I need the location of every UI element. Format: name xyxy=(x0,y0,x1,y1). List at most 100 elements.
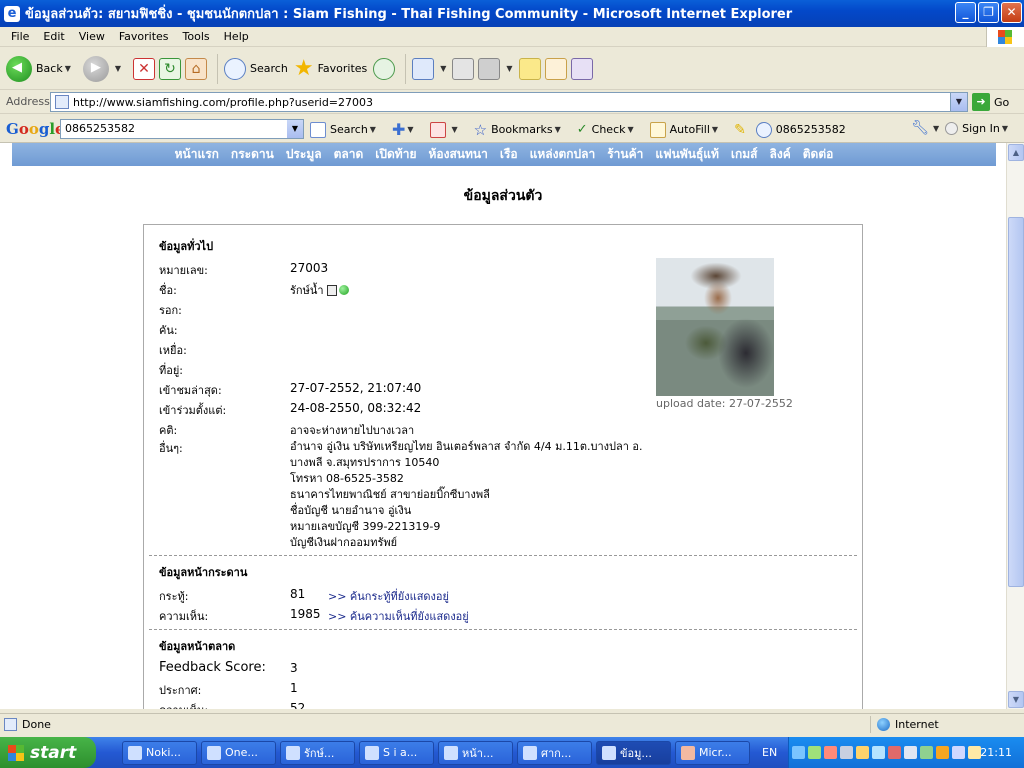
mail-icon[interactable] xyxy=(412,57,435,80)
word-find-button[interactable]: 0865253582 xyxy=(755,121,846,138)
address-input[interactable]: http://www.siamfishing.com/profile.php?u… xyxy=(50,92,968,112)
home-icon[interactable]: ⌂ xyxy=(185,57,208,80)
nav-board[interactable]: กระดาน xyxy=(231,145,274,164)
google-search-input[interactable]: 0865253582 ▼ xyxy=(60,119,304,139)
taskbar-button-active[interactable]: ข้อมู... xyxy=(596,740,671,765)
edit-page-icon[interactable] xyxy=(478,57,501,80)
edit-dropdown-icon[interactable]: ▼ xyxy=(506,64,512,73)
note-icon[interactable] xyxy=(518,57,541,80)
field-label: ที่อยู่: xyxy=(159,364,184,377)
check-dropdown-icon[interactable]: ▼ xyxy=(628,125,634,134)
autofill-button[interactable]: AutoFill ▼ xyxy=(649,121,724,138)
tray-icon[interactable] xyxy=(888,746,901,759)
popup-blocker-button[interactable]: ▼ xyxy=(429,121,464,138)
menu-view[interactable]: View xyxy=(72,30,112,43)
messenger-icon[interactable] xyxy=(544,57,567,80)
plus-dropdown-icon[interactable]: ▼ xyxy=(407,125,413,134)
popup-dropdown-icon[interactable]: ▼ xyxy=(452,125,458,134)
highlight-button[interactable]: ✎ xyxy=(734,122,746,138)
menu-tools[interactable]: Tools xyxy=(176,30,217,43)
mail-dropdown-icon[interactable]: ▼ xyxy=(440,64,446,73)
language-indicator[interactable]: EN xyxy=(762,746,777,759)
back-dropdown-icon[interactable]: ▼ xyxy=(65,64,71,73)
tray-icon[interactable] xyxy=(856,746,869,759)
address-dropdown-icon[interactable]: ▼ xyxy=(950,93,967,111)
forward-arrow-icon xyxy=(82,55,109,82)
tray-icon[interactable] xyxy=(904,746,917,759)
scroll-up-icon[interactable]: ▲ xyxy=(1008,144,1024,161)
profile-photo[interactable] xyxy=(656,258,774,396)
tray-icon[interactable] xyxy=(872,746,885,759)
tray-icon[interactable] xyxy=(792,746,805,759)
taskbar-button[interactable]: หน้า... xyxy=(438,740,513,765)
scroll-down-icon[interactable]: ▼ xyxy=(1008,691,1024,708)
taskbar-button[interactable]: Noki... xyxy=(122,740,197,765)
tray-icon[interactable] xyxy=(824,746,837,759)
favorites-button[interactable]: ★ Favorites xyxy=(294,56,367,81)
signin-circle-icon xyxy=(945,121,959,135)
nav-auction[interactable]: ประมูล xyxy=(286,145,322,164)
wrench-icon[interactable]: 🔧︎ xyxy=(911,120,929,136)
research-icon[interactable] xyxy=(570,57,593,80)
menu-favorites[interactable]: Favorites xyxy=(112,30,176,43)
scroll-thumb[interactable] xyxy=(1008,217,1024,587)
nav-boat[interactable]: เรือ xyxy=(500,145,518,164)
tray-icon[interactable] xyxy=(808,746,821,759)
taskbar-button[interactable]: ศาก... xyxy=(517,740,592,765)
nav-links[interactable]: ลิงค์ xyxy=(770,145,791,164)
google-search-dropdown-icon[interactable]: ▼ xyxy=(370,125,376,134)
vertical-scrollbar[interactable]: ▲ ▼ xyxy=(1006,143,1024,709)
nav-home[interactable]: หน้าแรก xyxy=(175,145,219,164)
contact-card-icon[interactable] xyxy=(326,284,337,296)
bookmarks-dropdown-icon[interactable]: ▼ xyxy=(555,125,561,134)
board-value: 1985 xyxy=(290,607,321,621)
tray-icon[interactable] xyxy=(920,746,933,759)
taskbar-button[interactable]: Micr... xyxy=(675,740,750,765)
back-button[interactable]: Back ▼ xyxy=(6,55,77,82)
tray-icon[interactable] xyxy=(840,746,853,759)
restore-button[interactable]: ❐ xyxy=(978,2,999,23)
close-button[interactable]: ✕ xyxy=(1001,2,1022,23)
refresh-icon[interactable]: ↻ xyxy=(159,57,182,80)
taskbar-button[interactable]: One... xyxy=(201,740,276,765)
go-button[interactable]: ➜ Go xyxy=(972,93,1009,111)
settings-dropdown-icon[interactable]: ▼ xyxy=(933,124,939,133)
google-search-button[interactable]: Search ▼ xyxy=(310,121,382,138)
google-dropdown-icon[interactable]: ▼ xyxy=(287,120,303,138)
start-button[interactable]: start xyxy=(0,737,96,768)
google-plus-button[interactable]: ✚ ▼ xyxy=(392,120,420,139)
nav-market[interactable]: ตลาด xyxy=(334,145,364,164)
minimize-button[interactable]: _ xyxy=(955,2,976,23)
tray-icon[interactable] xyxy=(968,746,981,759)
menu-file[interactable]: File xyxy=(4,30,36,43)
nav-spots[interactable]: แหล่งตกปลา xyxy=(530,145,596,164)
signin-dropdown-icon[interactable]: ▼ xyxy=(1002,124,1008,133)
menu-help[interactable]: Help xyxy=(217,30,256,43)
nav-shops[interactable]: ร้านค้า xyxy=(607,145,643,164)
nav-tailgate[interactable]: เปิดท้าย xyxy=(375,145,416,164)
spell-check-button[interactable]: ✓ Check ▼ xyxy=(577,122,640,137)
nav-games[interactable]: เกมส์ xyxy=(731,145,758,164)
search-topics-link[interactable]: >> ค้นกระทู้ที่ยังแสดงอยู่ xyxy=(328,587,449,605)
autofill-dropdown-icon[interactable]: ▼ xyxy=(712,125,718,134)
taskbar-button[interactable]: รักษ์... xyxy=(280,740,355,765)
menu-edit[interactable]: Edit xyxy=(36,30,71,43)
taskbar-button[interactable]: S i a... xyxy=(359,740,434,765)
history-icon[interactable] xyxy=(373,57,396,80)
bookmarks-button[interactable]: ☆ Bookmarks ▼ xyxy=(474,121,567,139)
google-logo[interactable]: Google xyxy=(6,120,65,138)
stop-icon[interactable]: ✕ xyxy=(133,57,156,80)
tray-icon[interactable] xyxy=(952,746,965,759)
signin-button[interactable]: Sign In xyxy=(962,122,1000,135)
favorites-label: Favorites xyxy=(317,62,368,75)
search-button[interactable]: Search xyxy=(224,57,288,80)
print-icon[interactable] xyxy=(452,57,475,80)
nav-contact[interactable]: ติดต่อ xyxy=(803,145,834,164)
nav-fans[interactable]: แฟนพันธุ์แท้ xyxy=(655,145,719,164)
search-comments-link[interactable]: >> ค้นความเห็นที่ยังแสดงอยู่ xyxy=(328,607,469,625)
nav-chat[interactable]: ห้องสนทนา xyxy=(428,145,487,164)
forward-dropdown-icon[interactable]: ▼ xyxy=(115,64,121,73)
tray-icon[interactable] xyxy=(936,746,949,759)
forward-button[interactable]: ▼ xyxy=(82,55,127,82)
autofill-icon xyxy=(649,121,666,138)
